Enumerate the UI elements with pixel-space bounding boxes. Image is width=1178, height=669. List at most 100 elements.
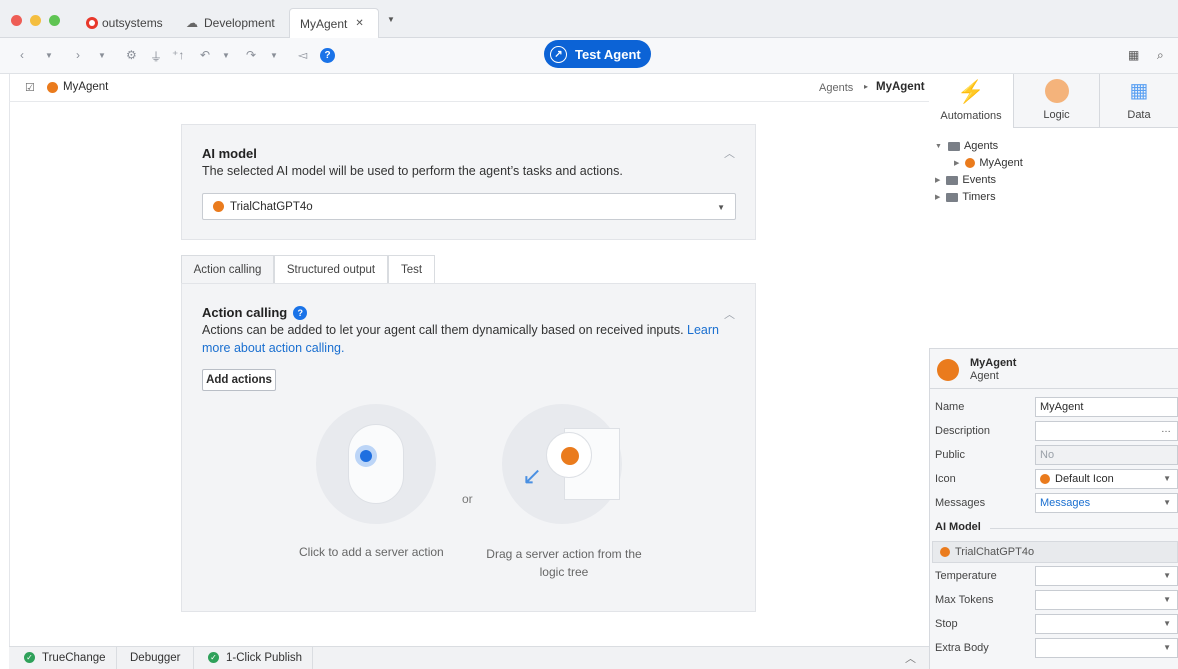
prop-label-messages: Messages — [935, 497, 986, 509]
refresh-references-icon[interactable]: ⁺↑ — [172, 48, 184, 62]
tab-myagent[interactable]: MyAgent ✕ — [289, 8, 379, 38]
edit-element-icon[interactable]: ☑ — [25, 81, 35, 94]
collapse-chevron-up-icon[interactable]: ︿ — [724, 306, 735, 322]
action-calling-title: Action calling — [202, 305, 288, 320]
or-text: or — [462, 492, 473, 506]
model-status-dot-icon — [940, 547, 950, 557]
breadcrumb-separator-icon: ▸ — [864, 82, 869, 91]
expand-chevron-icon[interactable]: ▶ — [935, 193, 940, 201]
megaphone-icon[interactable]: ◅ — [298, 48, 307, 62]
messages-select[interactable]: Messages ▼ — [1035, 493, 1178, 513]
chevron-down-icon: ▼ — [1163, 474, 1171, 483]
tab-label: MyAgent — [300, 16, 348, 31]
max-tokens-select[interactable]: ▼ — [1035, 590, 1178, 610]
help-icon[interactable]: ? — [293, 305, 308, 320]
action-calling-card: Action calling ? ︿ Actions can be added … — [181, 283, 756, 612]
tab-structured-output[interactable]: Structured output — [274, 255, 388, 283]
close-window-dot-icon[interactable] — [11, 15, 22, 26]
name-field[interactable]: MyAgent — [1035, 397, 1178, 417]
tab-test[interactable]: Test — [388, 255, 435, 283]
tree-item-timers[interactable]: ▶ Timers — [935, 191, 996, 203]
help-icon[interactable]: ? — [320, 48, 335, 63]
close-tab-icon[interactable]: ✕ — [355, 18, 363, 29]
debugger-tab[interactable]: Debugger — [130, 646, 181, 669]
properties-header: MyAgent Agent — [929, 348, 1178, 389]
plug-icon[interactable]: ⏚ — [150, 48, 162, 65]
tree-label: Events — [962, 174, 997, 186]
tabs-dropdown-icon[interactable]: ▼ — [387, 15, 395, 24]
folder-open-icon — [947, 141, 960, 151]
ai-model-select[interactable]: TrialChatGPT4o ▼ — [202, 193, 736, 220]
publish-tab[interactable]: ✓ 1-Click Publish — [208, 646, 302, 669]
brand-label: outsystems — [102, 16, 163, 30]
outsystems-logo-icon — [86, 17, 98, 29]
ai-model-value: TrialChatGPT4o — [955, 546, 1035, 558]
ai-model-field[interactable]: TrialChatGPT4o — [932, 541, 1178, 563]
ai-model-card: AI model The selected AI model will be u… — [181, 124, 756, 240]
tab-logic[interactable]: Logic — [1014, 74, 1100, 128]
expand-chevron-icon[interactable]: ▼ — [935, 143, 942, 150]
forward-icon[interactable]: › — [76, 48, 80, 62]
redo-dropdown-icon[interactable]: ▼ — [270, 51, 278, 60]
test-agent-button[interactable]: ↗ Test Agent — [544, 40, 651, 68]
extra-body-select[interactable]: ▼ — [1035, 638, 1178, 658]
drag-arrow-icon: ↙ — [522, 463, 543, 490]
undo-dropdown-icon[interactable]: ▼ — [222, 51, 230, 60]
add-actions-button[interactable]: Add actions — [202, 369, 276, 391]
ellipsis-icon[interactable]: … — [1161, 424, 1171, 435]
lightning-icon: ⚡ — [957, 79, 985, 104]
prop-label-stop: Stop — [935, 618, 958, 630]
tree-item-events[interactable]: ▶ Events — [935, 174, 996, 186]
action-calling-description: Actions can be added to let your agent c… — [202, 321, 742, 357]
tab-development[interactable]: ☁ Development — [186, 8, 275, 38]
check-icon: ✓ — [208, 652, 219, 663]
back-icon[interactable]: ‹ — [20, 48, 24, 62]
temperature-select[interactable]: ▼ — [1035, 566, 1178, 586]
prop-label-description: Description — [935, 425, 991, 437]
tree-item-agents[interactable]: ▼ Agents — [935, 140, 998, 152]
tree-item-myagent[interactable]: ▶ MyAgent — [954, 157, 1023, 169]
undo-icon[interactable]: ↶ — [200, 48, 210, 62]
ai-model-title: AI model — [202, 146, 257, 161]
chevron-down-icon: ▼ — [1163, 619, 1171, 628]
breadcrumb-parent[interactable]: Agents — [819, 82, 853, 94]
forward-history-dropdown-icon[interactable]: ▼ — [98, 51, 106, 60]
minimize-window-dot-icon[interactable] — [30, 15, 41, 26]
cloud-icon: ☁ — [186, 16, 198, 30]
action-calling-heading: Action calling ? — [202, 305, 308, 320]
ai-model-section-title: AI Model — [935, 521, 981, 533]
stop-select[interactable]: ▼ — [1035, 614, 1178, 634]
brand-tab[interactable]: outsystems — [86, 8, 163, 38]
tab-automations[interactable]: ⚡ Automations — [929, 74, 1014, 128]
expand-chevron-icon[interactable]: ▶ — [954, 159, 959, 167]
expand-panel-chevron-up-icon[interactable]: ︿ — [905, 650, 916, 666]
divider — [116, 646, 117, 669]
apps-grid-icon[interactable]: ▦ — [1128, 48, 1139, 62]
search-icon[interactable]: ⌕ — [1157, 48, 1164, 63]
settings-icon[interactable]: ⚙ — [126, 48, 137, 62]
drag-server-action-illustration[interactable]: ↙ — [502, 404, 622, 524]
public-field[interactable]: No — [1035, 445, 1178, 465]
check-icon: ✓ — [24, 652, 35, 663]
redo-icon[interactable]: ↷ — [246, 48, 256, 62]
add-server-action-illustration[interactable] — [316, 404, 436, 524]
icon-select[interactable]: Default Icon ▼ — [1035, 469, 1178, 489]
tab-label: Development — [204, 16, 275, 30]
back-history-dropdown-icon[interactable]: ▼ — [45, 51, 53, 60]
folder-icon — [946, 175, 959, 185]
truechange-tab[interactable]: ✓ TrueChange — [24, 646, 106, 669]
collapse-chevron-up-icon[interactable]: ︿ — [724, 145, 735, 161]
prop-label-max-tokens: Max Tokens — [935, 594, 994, 606]
tab-data[interactable]: ▦ Data — [1100, 74, 1178, 128]
description-field[interactable]: … — [1035, 421, 1178, 441]
expand-chevron-icon[interactable]: ▶ — [935, 176, 940, 184]
tab-action-calling[interactable]: Action calling — [181, 255, 274, 283]
breadcrumb-bar: ☑ MyAgent Agents ▸ MyAgent — [9, 74, 929, 102]
chevron-down-icon: ▼ — [1163, 571, 1171, 580]
mouse-icon — [348, 424, 404, 504]
agent-icon — [937, 359, 959, 381]
maximize-window-dot-icon[interactable] — [49, 15, 60, 26]
ai-model-description: The selected AI model will be used to pe… — [202, 164, 623, 178]
chevron-down-icon: ▼ — [1163, 595, 1171, 604]
magnifier-icon — [546, 432, 592, 478]
